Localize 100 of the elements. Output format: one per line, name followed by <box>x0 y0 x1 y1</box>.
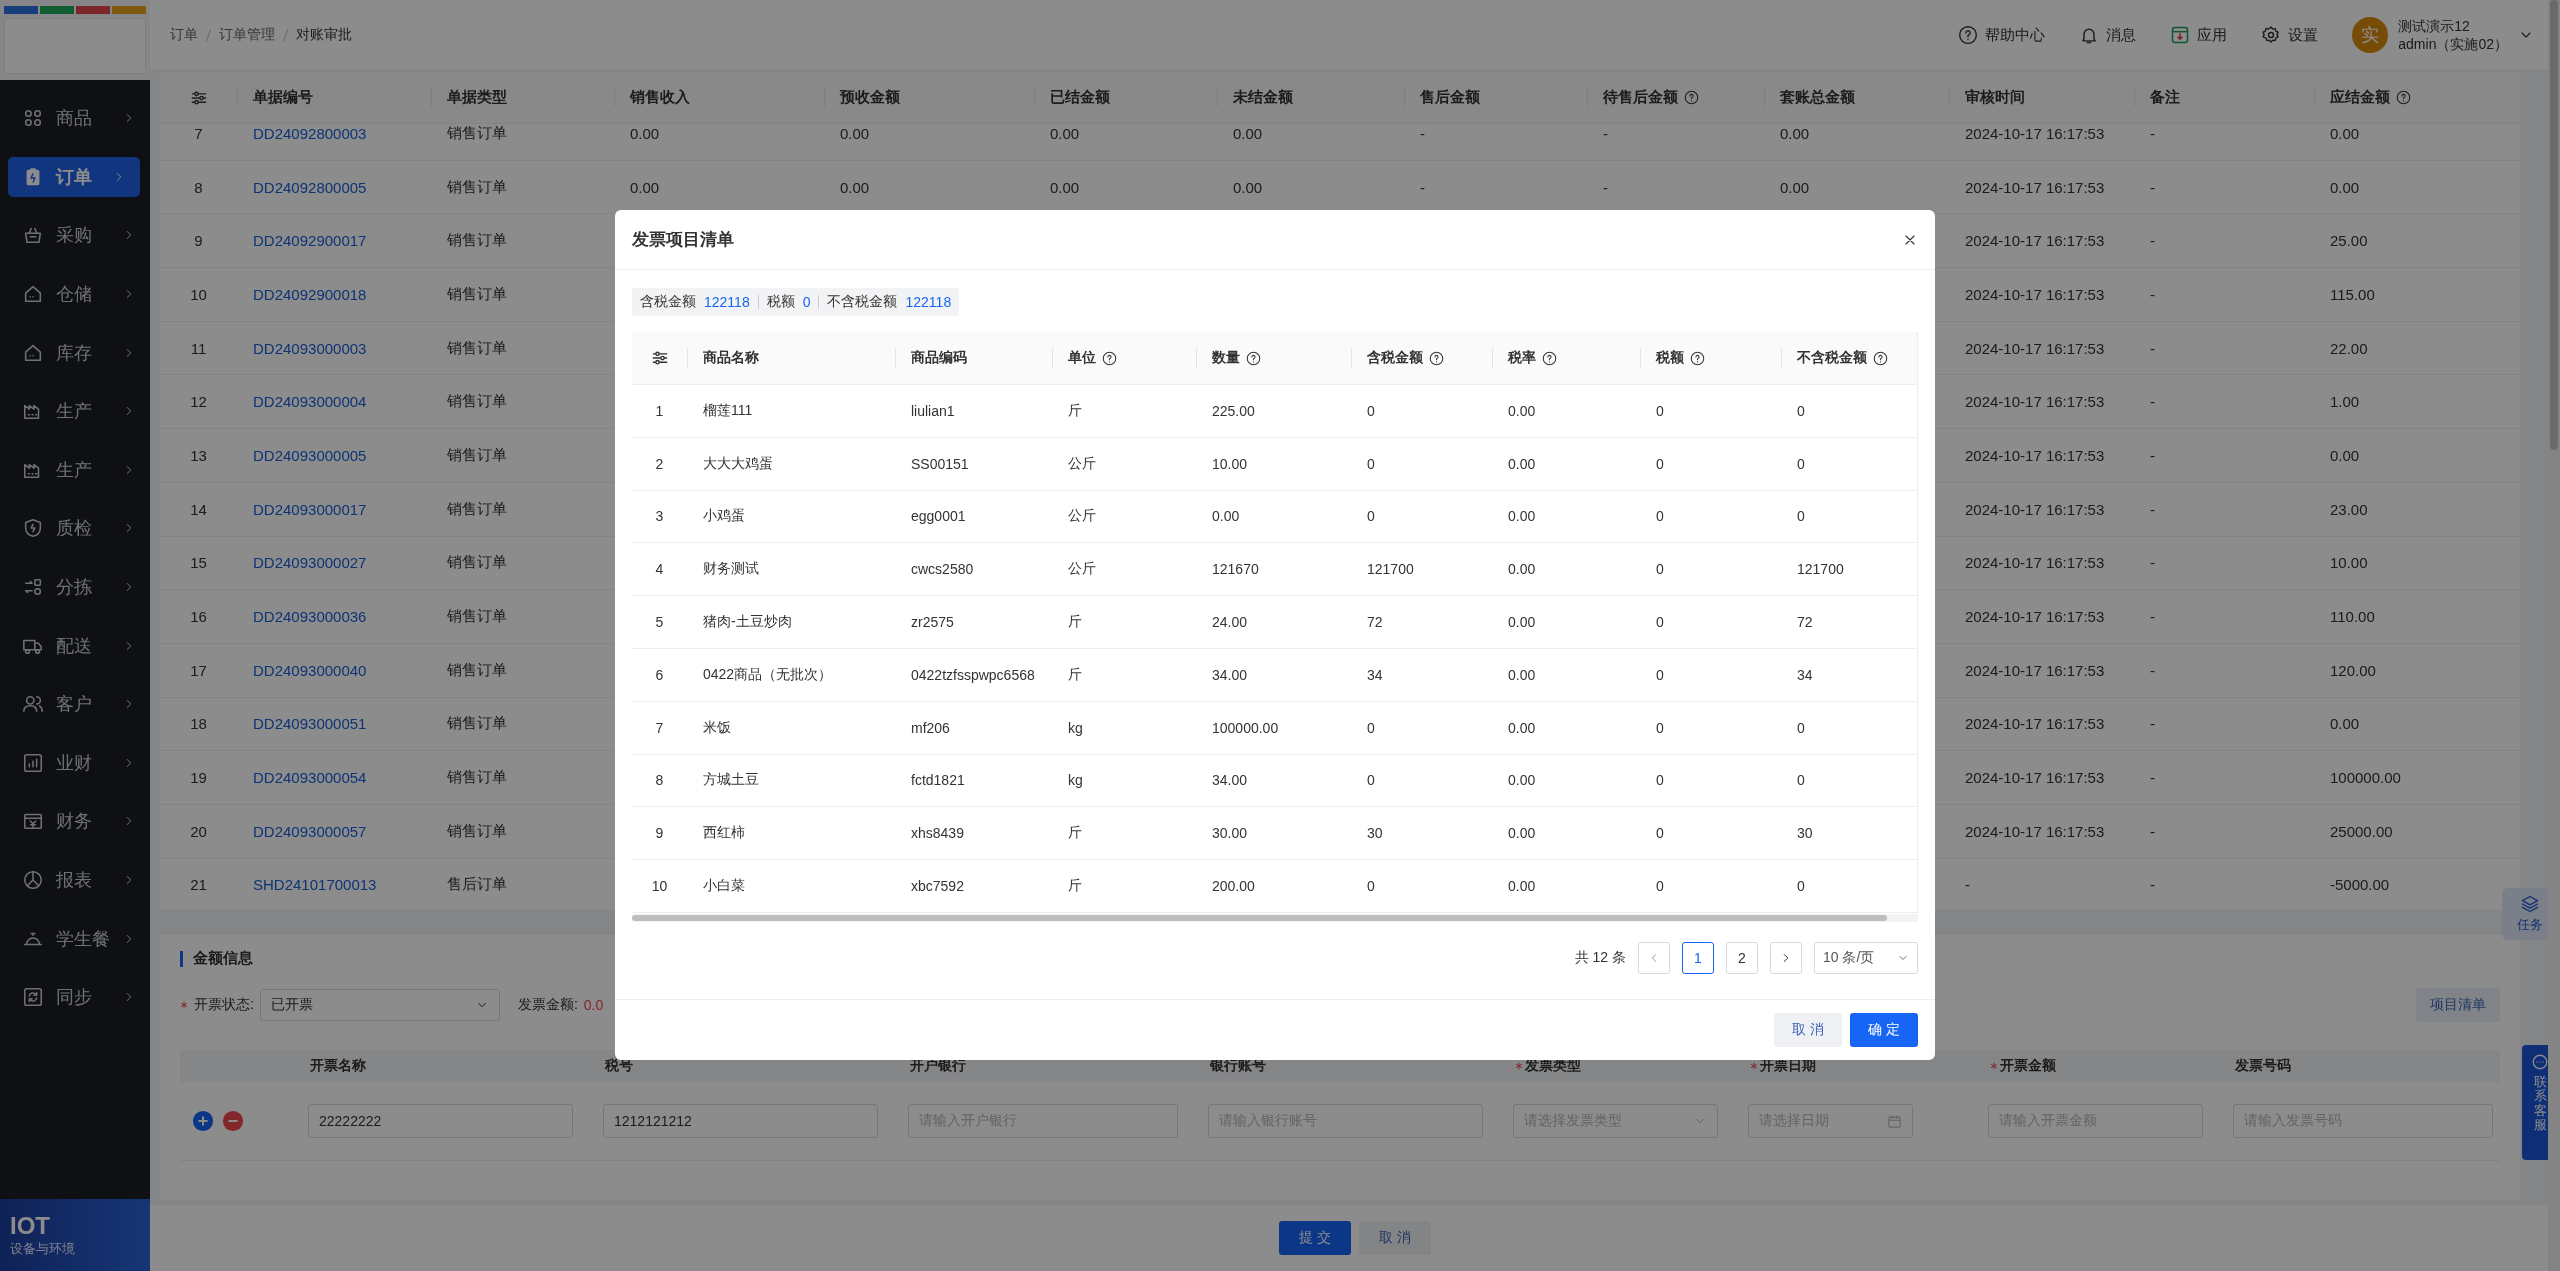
table-cell: 30 <box>1367 825 1383 842</box>
input-field[interactable]: 1212121212 <box>603 1104 878 1138</box>
order-link[interactable]: SHD24101700013 <box>253 876 377 894</box>
cancel-button[interactable]: 取 消 <box>1359 1221 1431 1255</box>
table-cell: - <box>2150 876 2155 894</box>
header-action[interactable]: 设置 <box>2261 25 2319 45</box>
app-box-icon <box>2170 25 2191 45</box>
header-action[interactable]: 应用 <box>2170 25 2228 45</box>
table-cell: 0.00 <box>1508 878 1536 895</box>
table-cell: 2024-10-17 16:17:53 <box>1965 822 2105 840</box>
row-number: 2 <box>654 455 665 472</box>
row-number: 1 <box>654 402 665 419</box>
order-link[interactable]: DD24092800003 <box>253 124 367 142</box>
order-link[interactable]: DD24093000036 <box>253 608 367 626</box>
table-cell: 0.00 <box>1780 124 1810 142</box>
sidebar-item[interactable]: 生产 <box>0 440 150 500</box>
table-cell: 0 <box>1656 508 1664 525</box>
sidebar-item[interactable]: 采购 <box>0 206 150 265</box>
order-link[interactable]: DD24093000054 <box>253 769 367 787</box>
page-size-select[interactable]: 10 条/页 <box>1814 941 1918 974</box>
page-button[interactable]: 2 <box>1726 941 1758 974</box>
order-link[interactable]: DD24093000017 <box>253 500 367 518</box>
iot-banner[interactable]: IOT 设备与环境 <box>0 1199 150 1271</box>
status-select[interactable]: 已开票 <box>259 989 500 1021</box>
table-cell: 0.00 <box>2330 124 2360 142</box>
sidebar-item[interactable]: 报表 <box>0 850 150 910</box>
table-cell: 100000.00 <box>1212 719 1279 736</box>
sidebar-item[interactable]: 业财 <box>0 733 150 793</box>
order-link[interactable]: DD24093000005 <box>253 446 367 464</box>
order-link[interactable]: DD24093000051 <box>253 715 367 733</box>
table-cell: 25000.00 <box>2330 822 2393 840</box>
column-header: 含税金额 <box>1367 349 1423 367</box>
breadcrumb-item[interactable]: 对账审批 <box>296 26 352 44</box>
order-link[interactable]: DD24093000027 <box>253 554 367 572</box>
order-link[interactable]: DD24093000003 <box>253 339 367 357</box>
item-list-button[interactable]: 项目清单 <box>2416 988 2500 1022</box>
column-header: 售后金额 <box>1420 88 1480 107</box>
table-cell: 0.00 <box>1050 178 1080 196</box>
table-cell: 销售订单 <box>447 392 507 410</box>
page-button[interactable]: 1 <box>1682 941 1714 974</box>
table-cell: - <box>1603 124 1608 142</box>
row-number: 20 <box>189 822 208 840</box>
order-link[interactable]: DD24093000040 <box>253 661 367 679</box>
order-link[interactable]: DD24092800005 <box>253 178 367 196</box>
table-cell: 0 <box>1656 719 1664 736</box>
summary-value: 122118 <box>704 294 750 310</box>
sidebar-item[interactable]: 商品 <box>0 89 150 148</box>
remove-row-icon[interactable] <box>222 1110 244 1132</box>
total-count: 共 12 条 <box>1574 948 1626 967</box>
row-number: 8 <box>654 772 665 789</box>
sidebar-item[interactable]: 同步 <box>0 967 150 1027</box>
row-number: 21 <box>189 876 208 894</box>
sidebar-item[interactable]: 库存 <box>0 323 150 382</box>
order-link[interactable]: DD24092900018 <box>253 285 367 303</box>
table-cell: 0 <box>1656 825 1664 842</box>
sidebar-item[interactable]: 客户 <box>0 674 150 734</box>
table-cell: 10.00 <box>2330 554 2368 572</box>
pie-chart-icon <box>22 869 44 891</box>
table-cell: 0 <box>1656 772 1664 789</box>
cancel-button[interactable]: 取 消 <box>1774 1013 1842 1047</box>
table-cell: 0 <box>1656 614 1664 631</box>
breadcrumb-item[interactable]: 订单 <box>170 26 198 44</box>
sidebar-item[interactable]: 分拣 <box>0 557 150 617</box>
table-cell: 24.00 <box>1212 614 1248 631</box>
sidebar-item[interactable]: 学生餐 <box>0 909 150 968</box>
sidebar-item[interactable]: 生产 <box>0 381 150 441</box>
order-link[interactable]: DD24092900017 <box>253 232 367 250</box>
confirm-button[interactable]: 确 定 <box>1850 1013 1918 1047</box>
order-link[interactable]: DD24093000057 <box>253 822 367 840</box>
sidebar-item[interactable]: 仓储 <box>0 264 150 324</box>
user-name: 测试演示12 <box>2398 17 2471 35</box>
table-cell: liulian1 <box>911 402 955 419</box>
sidebar-item[interactable]: 订单 <box>8 156 140 198</box>
column-header: 已结金额 <box>1050 88 1110 107</box>
table-cell: 0.00 <box>2330 715 2360 733</box>
header-action[interactable]: 消息 <box>2079 25 2137 45</box>
table-cell: 2024-10-17 16:17:53 <box>1965 715 2105 733</box>
add-row-icon[interactable] <box>192 1110 214 1132</box>
table-cell: kg <box>1068 772 1083 789</box>
table-cell: 小鸡蛋 <box>703 507 745 524</box>
sidebar-item[interactable]: 财务 <box>0 792 150 851</box>
table-cell: 销售订单 <box>447 768 507 786</box>
row-number: 18 <box>189 715 208 733</box>
table-cell: 0 <box>1656 878 1664 895</box>
table-cell: 200.00 <box>1212 878 1255 895</box>
table-cell: 斤 <box>1068 877 1082 894</box>
submit-button[interactable]: 提 交 <box>1279 1221 1351 1255</box>
order-link[interactable]: DD24093000004 <box>253 393 367 411</box>
table-cell: 1.00 <box>2330 393 2360 411</box>
table-cell: 121670 <box>1212 561 1259 578</box>
input-field[interactable]: 22222222 <box>308 1104 573 1138</box>
breadcrumb-item[interactable]: 订单管理 <box>219 26 275 44</box>
row-number: 9 <box>193 232 204 250</box>
sidebar-item[interactable]: 配送 <box>0 616 150 675</box>
header-action[interactable]: 帮助中心 <box>1958 25 2046 45</box>
sidebar-item[interactable]: 质检 <box>0 499 150 558</box>
section-title: 金额信息 <box>193 949 253 968</box>
table-cell: 0.00 <box>630 124 660 142</box>
table-cell: 0 <box>1656 561 1664 578</box>
table-cell: 2024-10-17 16:17:53 <box>1965 608 2105 626</box>
